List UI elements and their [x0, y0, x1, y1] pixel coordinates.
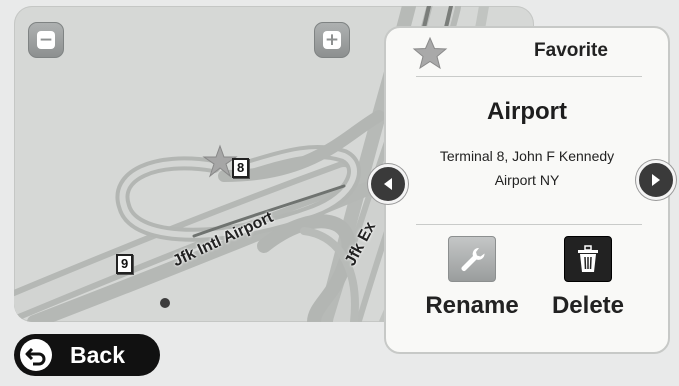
current-location-dot — [160, 298, 170, 308]
exit-shield-9: 9 — [116, 254, 134, 274]
delete-label: Delete — [551, 292, 625, 319]
favorite-address: Terminal 8, John F Kennedy Airport NY — [386, 144, 668, 192]
minus-icon: − — [37, 29, 55, 50]
trash-icon — [564, 236, 612, 282]
rename-button[interactable]: Rename — [412, 236, 532, 320]
back-label: Back — [70, 341, 125, 368]
previous-favorite-button[interactable] — [368, 164, 408, 204]
zoom-in-button[interactable]: + — [314, 22, 350, 58]
wrench-icon — [448, 236, 496, 282]
favorite-details-panel: Favorite Airport Terminal 8, John F Kenn… — [384, 26, 670, 354]
panel-title: Favorite — [534, 40, 608, 61]
panel-header: Favorite — [386, 28, 668, 78]
divider — [416, 76, 642, 77]
back-arrow-icon — [20, 339, 52, 371]
delete-button[interactable]: Delete — [528, 236, 648, 320]
left-arrow-icon — [384, 178, 392, 190]
right-arrow-icon — [652, 174, 660, 186]
back-button[interactable]: Back — [14, 334, 160, 376]
favorite-name: Airport — [487, 98, 567, 125]
plus-icon: + — [323, 29, 341, 50]
address-line-1: Terminal 8, John F Kennedy — [439, 148, 615, 164]
zoom-out-button[interactable]: − — [28, 22, 64, 58]
star-icon — [412, 36, 448, 70]
next-favorite-button[interactable] — [636, 160, 676, 200]
divider — [416, 224, 642, 225]
exit-shield-8: 8 — [232, 158, 250, 178]
rename-label: Rename — [425, 292, 519, 319]
address-line-2: Airport NY — [494, 172, 560, 188]
